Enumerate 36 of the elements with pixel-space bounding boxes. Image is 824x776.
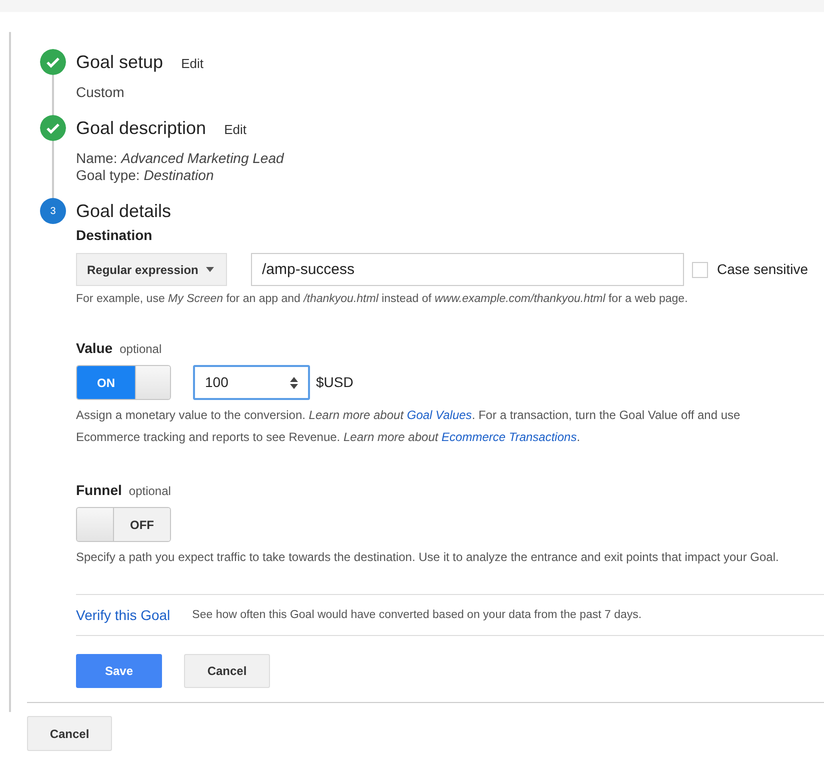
edit-link[interactable]: Edit xyxy=(224,120,246,140)
step-detail: Name: Advanced Marketing Lead xyxy=(76,150,284,167)
step-detail: Goal type: Destination xyxy=(76,167,215,184)
destination-input[interactable]: /amp-success xyxy=(251,253,684,286)
step-detail: Custom xyxy=(76,84,126,101)
step-title: Goal details xyxy=(76,200,172,223)
description-text: Specify a path you expect traffic to take towards the destination. Use it to analyze the entrance and exit points that impact your Goal. xyxy=(76,549,780,566)
currency-text: $USD xyxy=(316,373,354,392)
optional-text: optional xyxy=(128,483,171,500)
amount-input[interactable]: 100 xyxy=(193,365,310,400)
checkbox-label: Case sensitive xyxy=(717,260,808,279)
match-type-dropdown[interactable]: Regular expression xyxy=(76,253,227,286)
verify-link[interactable]: Verify this Goal xyxy=(76,604,170,626)
cancel-button[interactable]: Cancel xyxy=(184,654,270,688)
help-link[interactable]: Ecommerce Transactions xyxy=(442,430,577,444)
verify-text: See how often this Goal would have converted based on your data from the past 7 days. xyxy=(192,608,642,623)
optional-text: optional xyxy=(120,341,162,358)
toggle-switch[interactable]: ON xyxy=(76,365,171,400)
description-text: Assign a monetary value to the conversion. Learn more about Goal Values. For a transaction, turn the Goal Value off and use Ecommerce tracking and reports to see Revenue. Learn more about Ecommerce Transactions. xyxy=(76,407,742,446)
cancel-button[interactable]: Cancel xyxy=(27,716,112,752)
save-button[interactable]: Save xyxy=(76,654,162,688)
help-link[interactable]: Goal Values xyxy=(406,408,472,422)
section-label: Funnel xyxy=(76,481,122,500)
caret-icon xyxy=(206,267,214,272)
step-number: 3 xyxy=(40,198,66,224)
section-label: Value xyxy=(76,339,113,358)
check-icon xyxy=(40,115,66,141)
toggle-switch[interactable]: OFF xyxy=(76,507,171,542)
hint-text: For example, use My Screen for an app and /thankyou.html instead of www.example.com/thankyou.html for a web page. xyxy=(76,292,689,307)
stepper-icon xyxy=(290,376,298,389)
step-title: Goal setup xyxy=(76,51,164,74)
field-label: Destination xyxy=(76,226,154,245)
step-title: Goal description xyxy=(76,117,206,140)
checkbox[interactable] xyxy=(692,262,708,278)
edit-link[interactable]: Edit xyxy=(181,54,204,74)
check-icon xyxy=(40,49,66,75)
